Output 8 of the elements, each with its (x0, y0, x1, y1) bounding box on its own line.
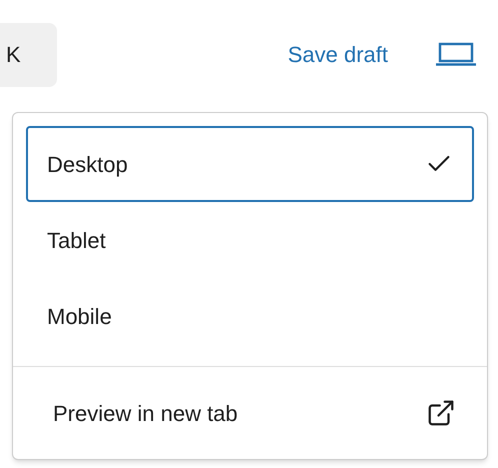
device-option[interactable]: Desktop (26, 126, 474, 202)
laptop-icon[interactable] (436, 42, 476, 66)
command-button[interactable]: K (0, 22, 57, 86)
device-option[interactable]: Mobile (26, 278, 474, 354)
save-draft-button[interactable]: Save draft (288, 38, 388, 70)
external-link-icon (426, 398, 456, 428)
preview-link[interactable]: Preview in new tab (26, 396, 474, 430)
device-option[interactable]: Tablet (26, 202, 474, 278)
